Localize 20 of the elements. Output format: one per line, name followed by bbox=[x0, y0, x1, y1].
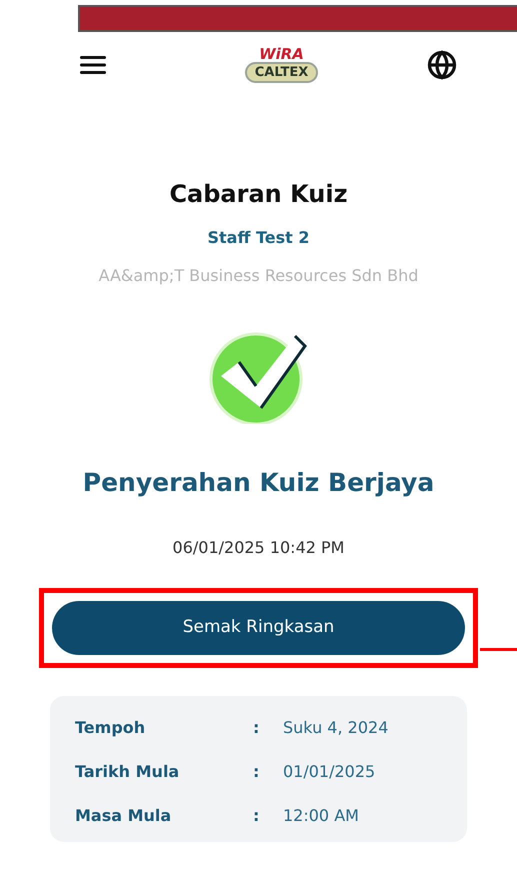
quiz-name: Staff Test 2 bbox=[207, 227, 310, 249]
detail-separator: : bbox=[253, 804, 260, 826]
detail-label: Masa Mula bbox=[75, 804, 172, 826]
company-name: AA&amp;T Business Resources Sdn Bhd bbox=[98, 265, 418, 287]
logo-text: WiRA bbox=[259, 47, 304, 62]
detail-separator: : bbox=[253, 760, 260, 782]
detail-label: Tarikh Mula bbox=[75, 760, 180, 782]
detail-value: 01/01/2025 bbox=[283, 760, 376, 782]
submission-time: 06/01/2025 10:42 PM bbox=[172, 536, 344, 558]
detail-value: Suku 4, 2024 bbox=[283, 716, 388, 738]
menu-icon[interactable] bbox=[80, 54, 106, 76]
summary-button[interactable]: Semak Ringkasan bbox=[52, 600, 465, 654]
leader-line bbox=[480, 648, 517, 651]
detail-separator: : bbox=[253, 716, 260, 738]
globe-icon[interactable] bbox=[426, 50, 457, 80]
status-heading: Penyerahan Kuiz Berjaya bbox=[82, 467, 434, 499]
detail-label: Tempoh bbox=[75, 716, 146, 738]
page-title: Cabaran Kuiz bbox=[169, 179, 348, 210]
detail-value: 12:00 AM bbox=[283, 804, 359, 826]
logo-text: CALTEX bbox=[244, 62, 318, 83]
